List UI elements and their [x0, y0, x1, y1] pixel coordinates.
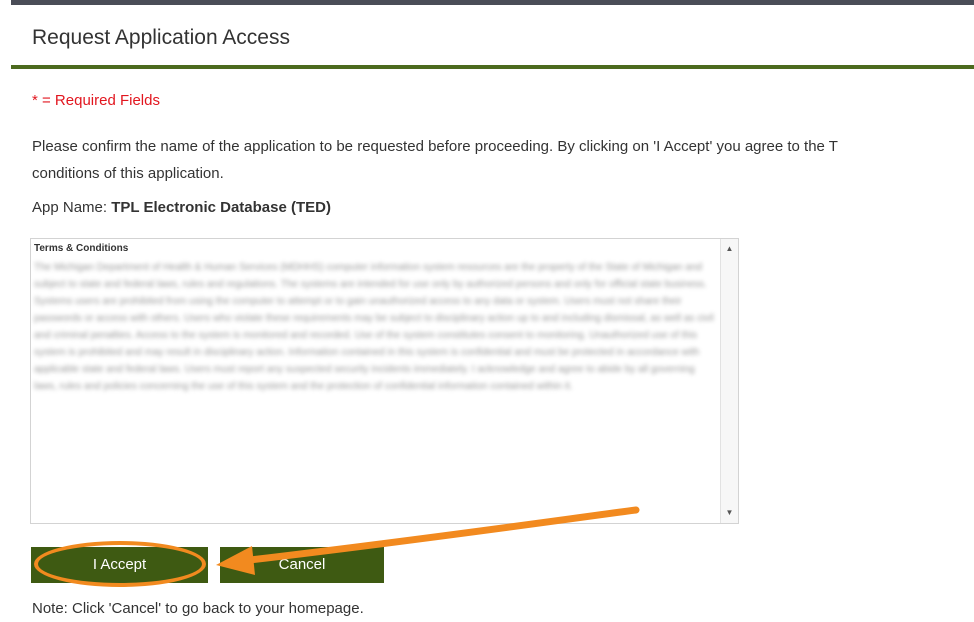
scroll-down-icon[interactable]: ▼ — [721, 505, 738, 521]
intro-line-1: Please confirm the name of the applicati… — [32, 138, 838, 155]
intro-text: Please confirm the name of the applicati… — [32, 133, 974, 187]
app-name-label: App Name: — [32, 199, 108, 216]
cancel-note: Note: Click 'Cancel' to go back to your … — [32, 600, 364, 617]
accept-button[interactable]: I Accept — [31, 547, 208, 583]
cancel-button[interactable]: Cancel — [220, 547, 384, 583]
page-title: Request Application Access — [32, 26, 290, 49]
intro-line-2: conditions of this application. — [32, 165, 224, 182]
top-border — [11, 0, 974, 5]
terms-textarea[interactable]: Terms & Conditions The Michigan Departme… — [30, 238, 739, 524]
scroll-up-icon[interactable]: ▲ — [721, 241, 738, 257]
terms-scrollbar[interactable]: ▲ ▼ — [720, 239, 738, 523]
title-divider — [11, 65, 974, 69]
terms-body: The Michigan Department of Health & Huma… — [34, 262, 714, 392]
terms-title: Terms & Conditions — [34, 243, 129, 254]
app-name-value: TPL Electronic Database (TED) — [111, 199, 331, 216]
required-fields-note: * = Required Fields — [32, 92, 160, 109]
app-name-row: App Name: TPL Electronic Database (TED) — [32, 199, 331, 216]
